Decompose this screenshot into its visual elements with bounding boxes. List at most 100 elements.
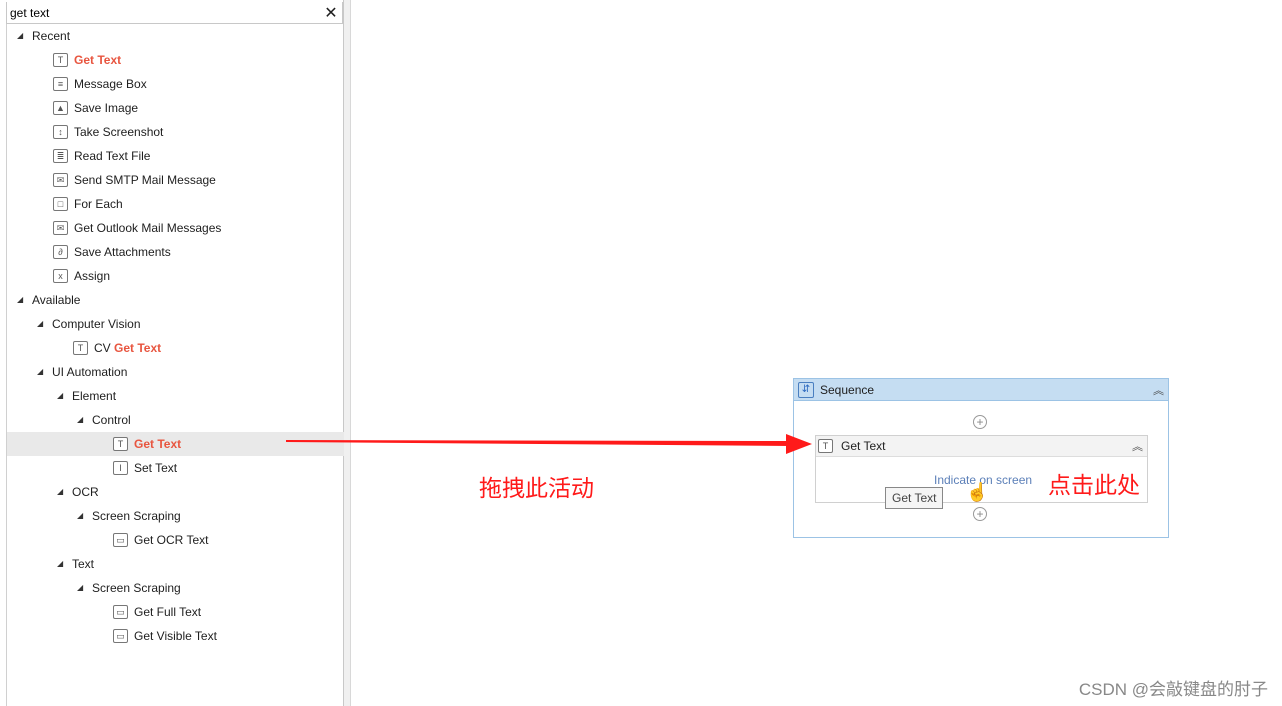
- search-match-text: Get Text: [114, 341, 162, 355]
- tree-group-ui-automation[interactable]: ◢ UI Automation: [7, 360, 344, 384]
- assign-icon: x: [53, 269, 68, 283]
- expand-triangle-icon[interactable]: ◢: [77, 408, 83, 432]
- tree-item[interactable]: ∂ Save Attachments: [7, 240, 344, 264]
- send-mail-icon: ✉: [53, 173, 68, 187]
- tree-item-label: Get Text: [134, 432, 181, 456]
- sequence-container[interactable]: ⇵ Sequence ︽ + T Get Text ︽ Indicate on …: [793, 378, 1169, 538]
- tree-group-ocr[interactable]: ◢ OCR: [7, 480, 344, 504]
- add-activity-icon[interactable]: +: [973, 415, 987, 429]
- tree-item[interactable]: ▭ Get Full Text: [7, 600, 344, 624]
- label-text: Message Box: [74, 77, 147, 91]
- collapse-icon[interactable]: ︽: [1153, 382, 1164, 398]
- expand-triangle-icon[interactable]: ◢: [77, 576, 83, 600]
- tree-group-computer-vision[interactable]: ◢ Computer Vision: [7, 312, 344, 336]
- expand-triangle-icon[interactable]: ◢: [37, 360, 43, 384]
- tree-item-label: Set Text: [134, 456, 177, 480]
- tree-group-label: UI Automation: [52, 365, 128, 379]
- search-box: ✕: [6, 2, 343, 24]
- for-each-icon: □: [53, 197, 68, 211]
- tree-item-label: Save Attachments: [74, 240, 171, 264]
- tree-group-text[interactable]: ◢ Text: [7, 552, 344, 576]
- activity-tree: ◢ Recent T Get Text ≡ Message Box ▲ Save Image ↕…: [6, 24, 344, 706]
- tree-group-screen-scraping[interactable]: ◢ Screen Scraping: [7, 576, 344, 600]
- label-text: Get Outlook Mail Messages: [74, 221, 222, 235]
- tree-item[interactable]: ✉ Get Outlook Mail Messages: [7, 216, 344, 240]
- tree-item-label: Message Box: [74, 72, 147, 96]
- tree-item[interactable]: I Set Text: [7, 456, 344, 480]
- expand-triangle-icon[interactable]: ◢: [57, 384, 63, 408]
- tree-group-element[interactable]: ◢ Element: [7, 384, 344, 408]
- tree-item[interactable]: □ For Each: [7, 192, 344, 216]
- tree-group-screen-scraping[interactable]: ◢ Screen Scraping: [7, 504, 344, 528]
- expand-triangle-icon[interactable]: ◢: [17, 24, 23, 48]
- tree-item-label: Save Image: [74, 96, 138, 120]
- tree-item[interactable]: T Get Text: [7, 48, 344, 72]
- tree-item-label: Get Visible Text: [134, 624, 217, 648]
- activities-panel: ✕ ◢ Recent T Get Text ≡ Message Box ▲ Save Imag…: [0, 0, 344, 706]
- tree-item[interactable]: ▲ Save Image: [7, 96, 344, 120]
- label-text: CV: [94, 341, 115, 355]
- search-input[interactable]: [10, 5, 320, 20]
- monitor-icon: ▭: [113, 533, 128, 547]
- expand-triangle-icon[interactable]: ◢: [17, 288, 23, 312]
- tree-group-available[interactable]: ◢ Available: [7, 288, 344, 312]
- tree-item[interactable]: ✉ Send SMTP Mail Message: [7, 168, 344, 192]
- label-text: Get OCR Text: [134, 533, 209, 547]
- tree-item-label: Get Outlook Mail Messages: [74, 216, 221, 240]
- tree-item-label: Send SMTP Mail Message: [74, 168, 216, 192]
- expand-triangle-icon[interactable]: ◢: [37, 312, 43, 336]
- take-screenshot-icon: ↕: [53, 125, 68, 139]
- collapse-icon[interactable]: ︽: [1132, 438, 1143, 454]
- expand-triangle-icon[interactable]: ◢: [57, 552, 63, 576]
- label-text: Read Text File: [74, 149, 151, 163]
- tree-group-label: Element: [72, 389, 117, 403]
- add-activity-icon[interactable]: +: [973, 507, 987, 521]
- tree-group-label: Recent: [32, 29, 71, 43]
- sequence-header: ⇵ Sequence ︽: [794, 379, 1168, 401]
- tree-group-control[interactable]: ◢ Control: [7, 408, 344, 432]
- tree-item[interactable]: ↕ Take Screenshot: [7, 120, 344, 144]
- read-text-file-icon: ≣: [53, 149, 68, 163]
- get-text-icon: T: [53, 53, 68, 67]
- activity-header: T Get Text ︽: [816, 436, 1147, 457]
- panel-splitter[interactable]: [344, 0, 351, 706]
- click-here-annotation: 点击此处: [1048, 472, 1140, 498]
- label-text: Save Image: [74, 101, 139, 115]
- activity-title: Get Text: [841, 439, 886, 453]
- tree-item[interactable]: ▭ Get OCR Text: [7, 528, 344, 552]
- label-text: For Each: [74, 197, 123, 211]
- save-image-icon: ▲: [53, 101, 68, 115]
- tree-item-label: Read Text File: [74, 144, 150, 168]
- tree-item[interactable]: T Get Text: [7, 432, 344, 456]
- hand-cursor-icon: ☝: [966, 482, 989, 502]
- tree-item-label: Assign: [74, 264, 110, 288]
- tree-item-label: Get Full Text: [134, 600, 201, 624]
- monitor-icon: ▭: [113, 605, 128, 619]
- tree-group-label: Screen Scraping: [92, 581, 181, 595]
- tree-item[interactable]: T CV Get Text: [7, 336, 344, 360]
- close-icon[interactable]: ✕: [320, 3, 342, 23]
- label-text: Send SMTP Mail Message: [74, 173, 216, 187]
- search-match-text: Get Text: [134, 437, 182, 451]
- tree-group-label: OCR: [72, 485, 99, 499]
- tree-item-label: For Each: [74, 192, 123, 216]
- search-match-text: Get Text: [74, 53, 122, 67]
- label-text: Take Screenshot: [74, 125, 164, 139]
- drag-tooltip: Get Text: [885, 487, 944, 509]
- tree-group-label: Control: [92, 413, 131, 427]
- tree-item[interactable]: x Assign: [7, 264, 344, 288]
- get-text-icon: T: [818, 439, 833, 453]
- sequence-icon: ⇵: [798, 381, 814, 398]
- expand-triangle-icon[interactable]: ◢: [57, 480, 63, 504]
- outlook-mail-icon: ✉: [53, 221, 68, 235]
- label-text: Get Visible Text: [134, 629, 217, 643]
- tree-group-label: Screen Scraping: [92, 509, 181, 523]
- paperclip-icon: ∂: [53, 245, 68, 259]
- tree-item-label: Get OCR Text: [134, 528, 208, 552]
- expand-triangle-icon[interactable]: ◢: [77, 504, 83, 528]
- label-text: Save Attachments: [74, 245, 171, 259]
- tree-item[interactable]: ≣ Read Text File: [7, 144, 344, 168]
- tree-item[interactable]: ▭ Get Visible Text: [7, 624, 344, 648]
- tree-item[interactable]: ≡ Message Box: [7, 72, 344, 96]
- tree-group-recent[interactable]: ◢ Recent: [7, 24, 344, 48]
